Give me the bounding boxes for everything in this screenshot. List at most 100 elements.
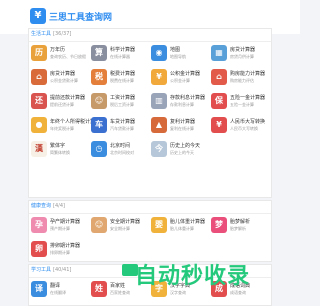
- tool-name[interactable]: 房贷计算器: [230, 46, 255, 53]
- tool-desc: 排卵期计算: [50, 250, 70, 255]
- tool-desc: 房贷月供计算: [230, 54, 254, 59]
- pregnancy-icon: 孕: [31, 217, 47, 233]
- tool-name[interactable]: 科学计算器: [110, 46, 135, 53]
- section-header: 生活工具 [36/37]: [29, 29, 271, 42]
- history-icon: 今: [151, 141, 167, 157]
- tax-icon: 税: [91, 69, 107, 85]
- watermark: 自动秒收录: [135, 264, 251, 289]
- tool-item[interactable]: 历万年历 查询农历、节日放假: [31, 45, 91, 65]
- site-logo[interactable]: ¥ 三思工具查询网: [30, 8, 112, 24]
- translate-icon: 译: [31, 281, 47, 297]
- tool-desc: 在线翻译: [50, 290, 66, 295]
- tool-item[interactable]: 婴胎儿体重计算器 胎儿体重计算: [151, 217, 211, 237]
- tool-name[interactable]: 百家姓: [110, 282, 125, 289]
- tool-item[interactable]: ⌂ 购房能力计算器 购房能力评估: [211, 69, 271, 89]
- tool-item[interactable]: ▥ 存款利息计算器 存款利息计算: [151, 93, 211, 113]
- tool-item[interactable]: 税税费计算器 税费在线计算: [91, 69, 151, 89]
- tool-item[interactable]: 车车贷计算器 汽车贷款计算: [91, 117, 151, 137]
- house-money-icon: ⌂: [211, 69, 227, 85]
- tool-desc: 在线计算器: [110, 54, 130, 59]
- tool-item[interactable]: 今历史上的今天 历史上的今天: [151, 141, 211, 161]
- tool-desc: 历史上的今天: [170, 150, 194, 155]
- house-icon: ⌂: [31, 69, 47, 85]
- tool-item[interactable]: 算科学计算器 在线计算器: [91, 45, 151, 65]
- car-icon: 车: [91, 117, 107, 133]
- yen-logo-icon: ¥: [30, 8, 46, 24]
- tool-item[interactable]: ¥ 公积金计算器 公积金计算: [151, 69, 211, 89]
- tool-desc: 购房能力评估: [230, 78, 254, 83]
- tool-desc: 简繁体转换: [50, 150, 70, 155]
- tool-name[interactable]: 房贷计算器: [50, 70, 75, 77]
- tool-item[interactable]: 漢繁体字 简繁体转换: [31, 141, 91, 161]
- tool-name[interactable]: 购房能力计算器: [230, 70, 265, 77]
- tool-desc: 年终奖税计算: [50, 126, 74, 131]
- calculator-icon: 算: [91, 45, 107, 61]
- tool-name[interactable]: 公积金计算器: [170, 70, 200, 77]
- tool-name[interactable]: 万年历: [50, 46, 65, 53]
- tool-desc: 地图导航: [170, 54, 186, 59]
- tool-name[interactable]: 胎儿体重计算器: [170, 218, 205, 225]
- tool-name[interactable]: 五险一金计算器: [230, 94, 265, 101]
- tool-desc: 预产期计算: [50, 226, 70, 231]
- tool-name[interactable]: 税费计算器: [110, 70, 135, 77]
- tool-item[interactable]: 孕孕产期计算器 预产期计算: [31, 217, 91, 237]
- tool-item[interactable]: ☺ 工资计算器 税后工资计算: [91, 93, 151, 113]
- tool-name[interactable]: 孕产期计算器: [50, 218, 80, 225]
- tool-item[interactable]: 梦胎梦解析 胎梦解析: [211, 217, 271, 237]
- tool-name[interactable]: 安全期计算器: [110, 218, 140, 225]
- coins-icon: ●: [31, 117, 47, 133]
- tool-item[interactable]: ▲ 复利计算器 复利在线计算: [151, 117, 211, 137]
- repay-icon: 还: [31, 93, 47, 109]
- tool-desc: 胎梦解析: [230, 226, 246, 231]
- tool-name[interactable]: 胎梦解析: [230, 218, 250, 225]
- tool-name[interactable]: 排卵期计算器: [50, 242, 80, 249]
- tool-item[interactable]: ◷ 北京时间 北京时间校对: [91, 141, 151, 161]
- tool-desc: 公积金计算: [170, 78, 190, 83]
- tool-name[interactable]: 地图: [170, 46, 180, 53]
- tool-item[interactable]: 卵排卵期计算器 排卵期计算: [31, 241, 91, 261]
- section-count: [4/4]: [53, 203, 65, 209]
- tool-name[interactable]: 翻译: [50, 282, 60, 289]
- tool-name[interactable]: 存款利息计算器: [170, 94, 205, 101]
- chinese-char-icon: 漢: [31, 141, 47, 157]
- tool-item[interactable]: ◉ 地图 地图导航: [151, 45, 211, 65]
- tool-item[interactable]: 保五险一金计算器 五险一金计算: [211, 93, 271, 113]
- section-title[interactable]: 健康查询 [4/4]: [31, 202, 65, 209]
- insurance-icon: 保: [211, 93, 227, 109]
- tool-name[interactable]: 人民币大写转换: [230, 118, 265, 125]
- tool-desc: 人民币大写转换: [230, 126, 258, 131]
- tool-name[interactable]: 提前还款计算器: [50, 94, 85, 101]
- money-bag-icon: ¥: [151, 69, 167, 85]
- worker-icon: ☺: [91, 93, 107, 109]
- tool-item[interactable]: ¥ 人民币大写转换 人民币大写转换: [211, 117, 271, 137]
- clock-icon: ◷: [91, 141, 107, 157]
- section-count: [36/37]: [53, 31, 72, 37]
- tool-name[interactable]: 车贷计算器: [110, 118, 135, 125]
- tool-name[interactable]: 复利计算器: [170, 118, 195, 125]
- tool-item[interactable]: 译翻译 在线翻译: [31, 281, 91, 301]
- bank-icon: ▥: [151, 93, 167, 109]
- tool-desc: 税费在线计算: [110, 78, 134, 83]
- chart-icon: ▲: [151, 117, 167, 133]
- tool-desc: 汽车贷款计算: [110, 126, 134, 131]
- baby-icon: 婴: [151, 217, 167, 233]
- site-name: 三思工具查询网: [49, 12, 113, 23]
- tool-name[interactable]: 历史上的今天: [170, 142, 200, 149]
- tool-item[interactable]: ▦ 房贷计算器 房贷月供计算: [211, 45, 271, 65]
- tool-item[interactable]: 还提前还款计算器 提前还贷计算: [31, 93, 91, 113]
- section-title[interactable]: 生活工具 [36/37]: [31, 30, 71, 37]
- section-life-tools: 生活工具 [36/37] 历万年历 查询农历、节日放假算科学计算器 在线计算器 ◉ 地图地…: [28, 28, 272, 198]
- tool-name[interactable]: 繁体字: [50, 142, 65, 149]
- tool-name[interactable]: 工资计算器: [110, 94, 135, 101]
- tool-item[interactable]: ● 年终个人所得税计算器 年终奖税计算: [31, 117, 100, 137]
- tool-desc: 胎儿体重计算: [170, 226, 194, 231]
- tool-item[interactable]: ☺ 安全期计算器 安全期计算: [91, 217, 151, 237]
- ovulation-icon: 卵: [31, 241, 47, 257]
- section-title[interactable]: 学习工具 [40/41]: [31, 266, 71, 273]
- tool-desc: 提前还贷计算: [50, 102, 74, 107]
- tool-name[interactable]: 北京时间: [110, 142, 130, 149]
- tool-desc: 百家姓查询: [110, 290, 130, 295]
- tool-item[interactable]: ⌂ 房贷计算器 公积金贷款计算: [31, 69, 91, 89]
- calendar-icon: 历: [31, 45, 47, 61]
- surname-icon: 姓: [91, 281, 107, 297]
